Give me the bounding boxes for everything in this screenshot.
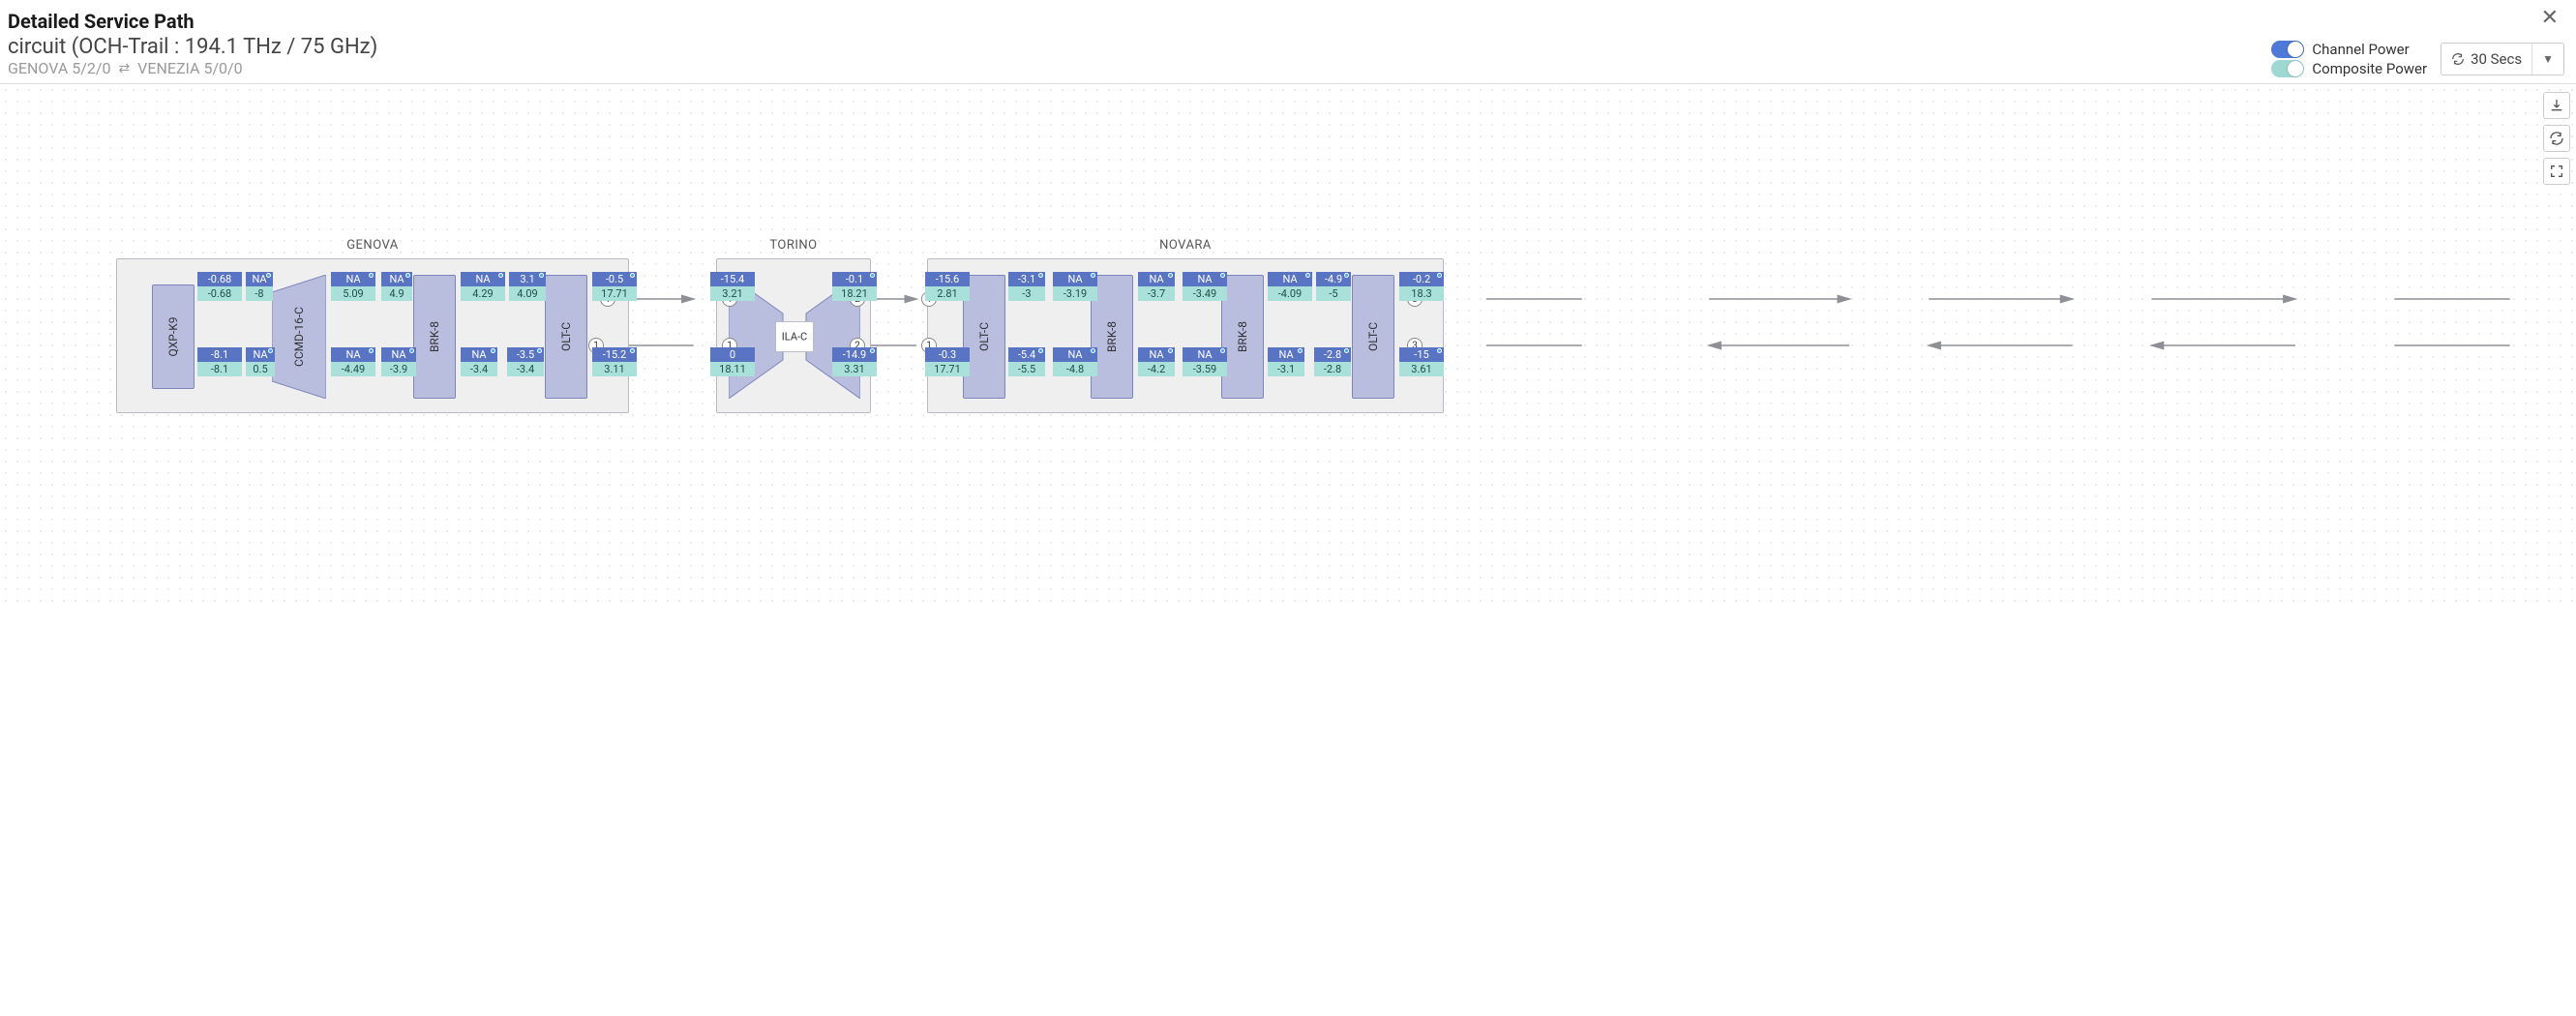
card-label: BRK-8 (428, 321, 441, 352)
power-reading[interactable]: -0.218.3 (1399, 272, 1444, 301)
power-reading[interactable]: NA-3.59 (1183, 347, 1227, 376)
power-reading[interactable]: NA-4.49 (331, 347, 375, 376)
refresh-now-button[interactable]: 30 Secs (2441, 44, 2531, 75)
card-label: OLT-C (559, 322, 573, 351)
close-icon[interactable]: ✕ (2535, 4, 2564, 33)
power-reading[interactable]: -8.1-8.1 (197, 347, 242, 376)
chevron-down-icon: ▼ (2542, 52, 2554, 66)
page-title: Detailed Service Path (8, 4, 195, 35)
group-label: NOVARA (928, 238, 1443, 253)
power-reading[interactable]: -4.9-5 (1316, 272, 1351, 301)
toggle-composite-power[interactable]: Composite Power (2271, 60, 2427, 77)
power-reading[interactable]: NA4.29 (461, 272, 505, 301)
power-reading[interactable]: -3.5-3.4 (507, 347, 544, 376)
card-label: BRK-8 (1236, 321, 1249, 352)
group-label: TORINO (717, 238, 870, 253)
power-reading[interactable]: NA-4.2 (1138, 347, 1175, 376)
endpoint-a: GENOVA 5/2/0 (8, 59, 110, 77)
power-reading[interactable]: -0.517.71 (592, 272, 637, 301)
card-label: QXP-K9 (166, 317, 180, 357)
power-reading[interactable]: NA-3.4 (461, 347, 497, 376)
card-label: BRK-8 (1105, 321, 1119, 352)
power-reading[interactable]: NA-3.49 (1183, 272, 1227, 301)
card-qxp-k9[interactable]: QXP-K9 (152, 284, 195, 389)
card-ccmd-16-c[interactable]: CCMD-16-C (272, 275, 326, 399)
power-reading[interactable]: -2.8-2.8 (1314, 347, 1351, 376)
toggle-channel-power[interactable]: Channel Power (2271, 41, 2427, 58)
header: Detailed Service Path ✕ circuit (OCH-Tra… (0, 0, 2576, 84)
power-reading[interactable]: -3.1-3 (1008, 272, 1045, 301)
group-label: GENOVA (117, 238, 628, 253)
toggle-channel-label: Channel Power (2312, 41, 2409, 58)
power-reading[interactable]: NA-8 (246, 272, 273, 301)
power-reading[interactable]: -0.317.71 (925, 347, 970, 376)
power-reading[interactable]: NA-3.19 (1053, 272, 1097, 301)
refresh-interval[interactable]: 30 Secs ▼ (2441, 43, 2564, 75)
power-reading[interactable]: NA-3.1 (1268, 347, 1304, 376)
refresh-label: 30 Secs (2471, 50, 2522, 68)
power-reading[interactable]: -5.4-5.5 (1008, 347, 1045, 376)
refresh-icon (2451, 52, 2465, 66)
power-reading[interactable]: -153.61 (1399, 347, 1444, 376)
power-reading[interactable]: NA0.5 (246, 347, 275, 376)
power-reading[interactable]: -14.93.31 (832, 347, 877, 376)
swap-icon: ⇄ (118, 61, 130, 76)
endpoints: GENOVA 5/2/0 ⇄ VENEZIA 5/0/0 (8, 59, 377, 77)
power-reading[interactable]: NA-3.9 (381, 347, 416, 376)
refresh-dropdown[interactable]: ▼ (2532, 44, 2563, 75)
card-brk-8-genova[interactable]: BRK-8 (413, 275, 456, 399)
diagram-canvas[interactable]: GENOVA QXP-K9 CCMD-16-C BRK-8 OLT-C TORI… (0, 84, 2576, 607)
power-reading[interactable]: NA-3.7 (1138, 272, 1175, 301)
power-reading[interactable]: 3.14.09 (509, 272, 546, 301)
power-reading[interactable]: NA5.09 (331, 272, 375, 301)
power-toggles: Channel Power Composite Power (2271, 41, 2427, 77)
endpoint-b: VENEZIA 5/0/0 (137, 59, 242, 77)
card-olt-c-novara-right[interactable]: OLT-C (1352, 275, 1394, 399)
power-reading[interactable]: -0.68-0.68 (197, 272, 242, 301)
power-reading[interactable]: NA-4.09 (1268, 272, 1312, 301)
power-reading[interactable]: 018.11 (710, 347, 755, 376)
card-olt-c-genova[interactable]: OLT-C (545, 275, 587, 399)
power-reading[interactable]: NA-4.8 (1053, 347, 1097, 376)
toggle-composite-label: Composite Power (2312, 60, 2427, 77)
power-reading[interactable]: -15.23.11 (592, 347, 637, 376)
power-reading[interactable]: -15.43.21 (710, 272, 755, 301)
card-label: OLT-C (977, 322, 991, 351)
power-reading[interactable]: -15.62.81 (925, 272, 970, 301)
circuit-name: circuit (OCH-Trail : 194.1 THz / 75 GHz) (8, 35, 377, 59)
card-label: CCMD-16-C (292, 307, 306, 367)
card-label: OLT-C (1366, 322, 1380, 351)
card-brk-8-novara-2[interactable]: BRK-8 (1221, 275, 1264, 399)
power-reading[interactable]: NA4.9 (381, 272, 412, 301)
power-reading[interactable]: -0.118.21 (832, 272, 877, 301)
card-label: ILA-C (782, 331, 807, 344)
